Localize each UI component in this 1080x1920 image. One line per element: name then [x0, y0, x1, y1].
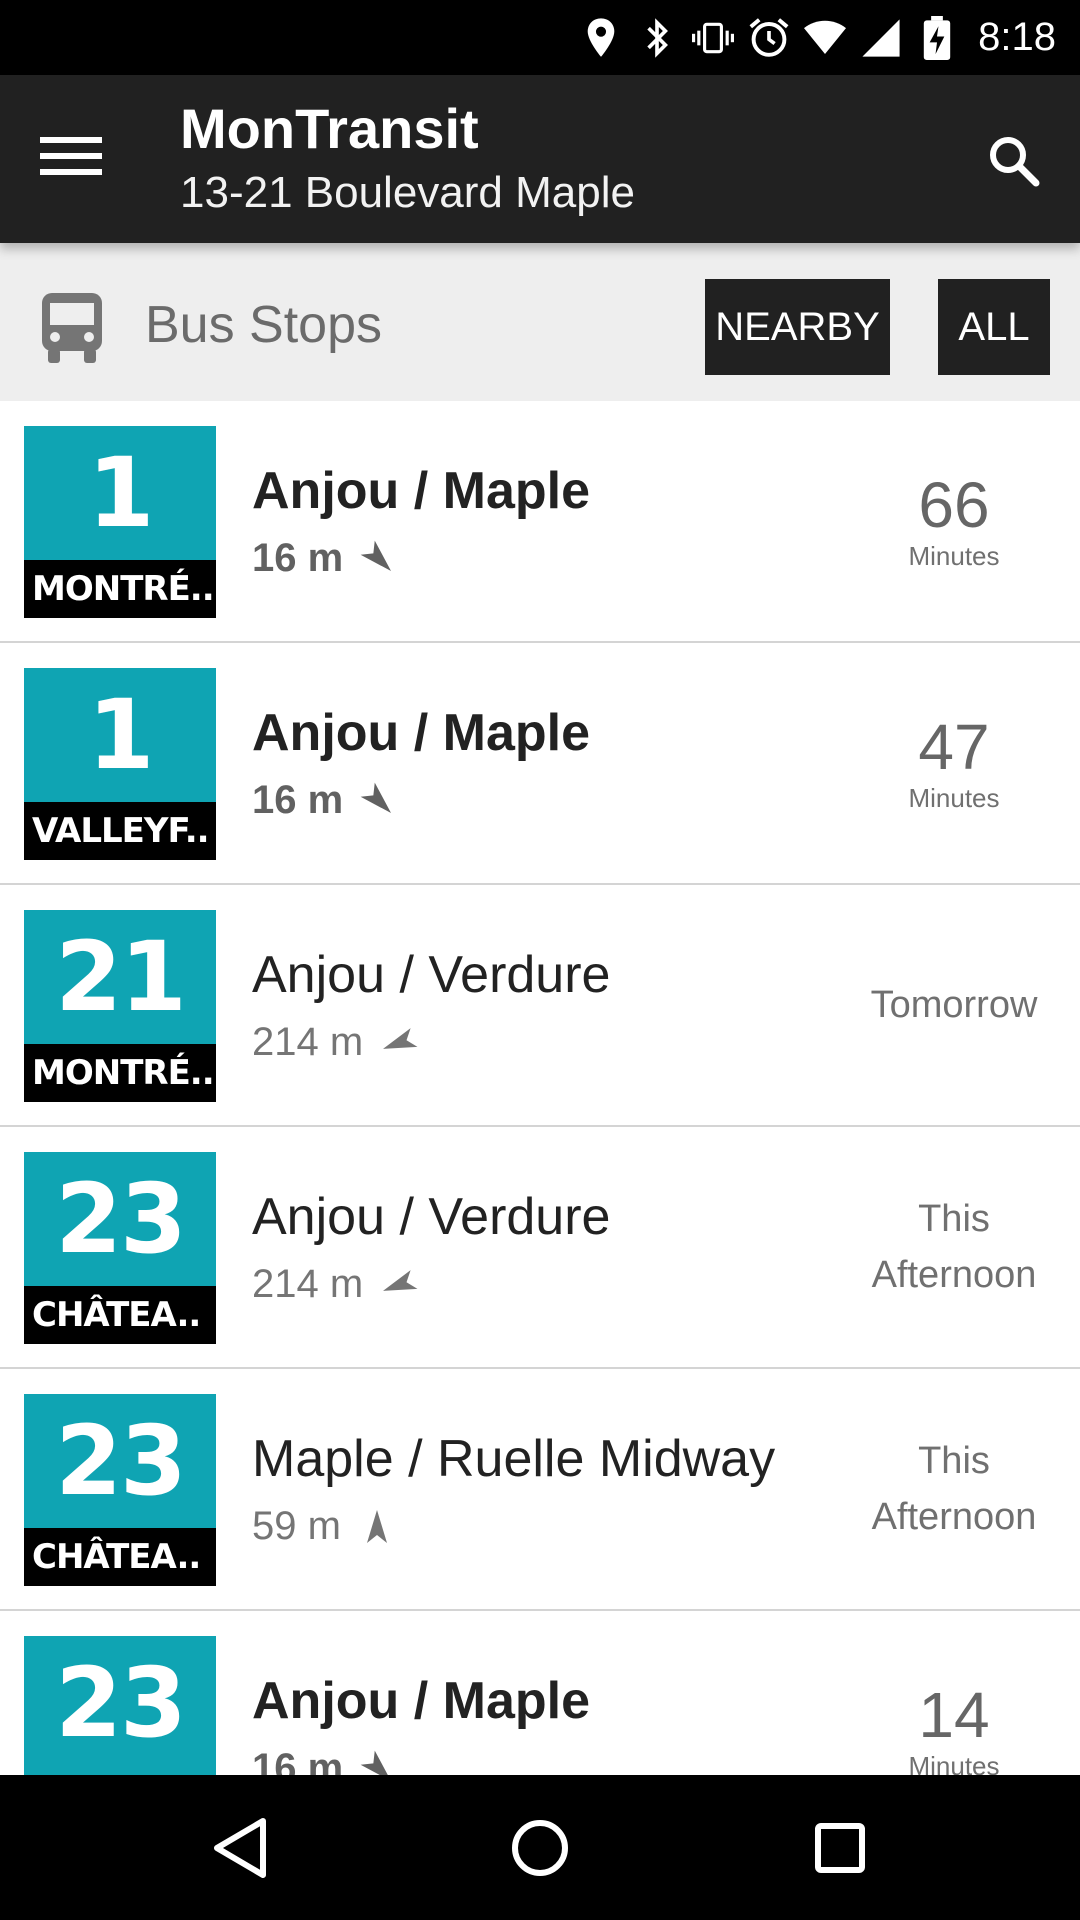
- stop-distance: 16 m: [252, 1746, 399, 1775]
- eta-unit: Minutes: [908, 783, 1000, 813]
- arrival-time: 14 Minutes: [854, 1611, 1054, 1775]
- location-subtitle: 13-21 Boulevard Maple: [180, 168, 635, 217]
- route-direction: MONTRÉ..: [24, 1044, 216, 1102]
- recents-icon[interactable]: [805, 1813, 875, 1883]
- compass-arrow-icon: [357, 1507, 397, 1547]
- arrival-time: This Afternoon: [854, 1127, 1054, 1367]
- wifi-icon: [804, 17, 847, 59]
- arrival-time: Tomorrow: [854, 885, 1054, 1125]
- toolbar-titles: MonTransit 13-21 Boulevard Maple: [180, 95, 635, 223]
- cell-signal-icon: [860, 17, 902, 59]
- stop-distance: 214 m: [252, 1262, 419, 1307]
- distance-text: 16 m: [252, 778, 344, 822]
- route-direction: MONTRÉ..: [24, 560, 216, 618]
- search-icon[interactable]: [984, 131, 1044, 191]
- alarm-icon: [748, 17, 790, 59]
- stop-distance: 16 m: [252, 536, 399, 581]
- stop-name: Anjou / Maple: [252, 704, 590, 762]
- eta-value: 14: [918, 1679, 990, 1751]
- route-badge: 23: [24, 1636, 216, 1775]
- stop-row[interactable]: 23 CHÂTEA.. Anjou / Verdure 214 m This A…: [0, 1127, 1080, 1369]
- eta-unit: Minutes: [908, 1751, 1000, 1775]
- eta-line1: This: [918, 1198, 990, 1240]
- compass-arrow-icon: [359, 1749, 399, 1775]
- filter-title: Bus Stops: [145, 296, 383, 354]
- bus-icon: [40, 291, 104, 365]
- compass-arrow-icon: [379, 1023, 419, 1063]
- stop-row[interactable]: 1 MONTRÉ.. Anjou / Maple 16 m 66 Minutes: [0, 401, 1080, 643]
- route-badge: 21 MONTRÉ..: [24, 910, 216, 1102]
- status-bar: 8:18: [0, 0, 1080, 75]
- status-time: 8:18: [978, 15, 1056, 59]
- back-icon[interactable]: [205, 1813, 275, 1883]
- distance-text: 214 m: [252, 1262, 364, 1306]
- route-direction: VALLEYF..: [24, 802, 216, 860]
- distance-text: 214 m: [252, 1020, 364, 1064]
- route-badge: 23 CHÂTEA..: [24, 1394, 216, 1586]
- app-toolbar: MonTransit 13-21 Boulevard Maple: [0, 75, 1080, 243]
- system-nav-bar: [0, 1775, 1080, 1920]
- stop-row[interactable]: 23 CHÂTEA.. Maple / Ruelle Midway 59 m T…: [0, 1369, 1080, 1611]
- home-icon[interactable]: [505, 1813, 575, 1883]
- stop-row[interactable]: 1 VALLEYF.. Anjou / Maple 16 m 47 Minute…: [0, 643, 1080, 885]
- route-number: 23: [55, 1647, 187, 1759]
- arrival-time: 47 Minutes: [854, 643, 1054, 883]
- stop-name: Anjou / Verdure: [252, 946, 611, 1004]
- location-icon: [580, 17, 622, 59]
- stop-name: Anjou / Maple: [252, 1672, 590, 1730]
- route-badge: 1 VALLEYF..: [24, 668, 216, 860]
- arrival-time: 66 Minutes: [854, 401, 1054, 641]
- route-number: 21: [55, 921, 187, 1033]
- arrival-time: This Afternoon: [854, 1369, 1054, 1609]
- route-number: 1: [87, 437, 155, 549]
- nearby-button[interactable]: NEARBY: [705, 279, 890, 375]
- stop-distance: 214 m: [252, 1020, 419, 1065]
- compass-arrow-icon: [359, 539, 399, 579]
- stop-distance: 59 m: [252, 1504, 397, 1549]
- route-number: 23: [55, 1405, 187, 1517]
- distance-text: 59 m: [252, 1504, 341, 1548]
- menu-icon[interactable]: [40, 127, 124, 187]
- route-number: 23: [55, 1163, 187, 1275]
- app-title: MonTransit: [180, 97, 479, 160]
- stop-row[interactable]: 21 MONTRÉ.. Anjou / Verdure 214 m Tomorr…: [0, 885, 1080, 1127]
- distance-text: 16 m: [252, 536, 344, 580]
- stop-name: Anjou / Maple: [252, 462, 590, 520]
- filter-header: Bus Stops NEARBY ALL: [0, 243, 1080, 401]
- eta-line2: Afternoon: [871, 1496, 1037, 1538]
- stop-name: Anjou / Verdure: [252, 1188, 611, 1246]
- eta-unit: Minutes: [908, 541, 1000, 571]
- eta-value: 66: [918, 469, 990, 541]
- route-direction: CHÂTEA..: [24, 1528, 216, 1586]
- eta-line1: This: [918, 1440, 990, 1482]
- stop-name: Maple / Ruelle Midway: [252, 1430, 776, 1488]
- route-number: 1: [87, 679, 155, 791]
- all-button[interactable]: ALL: [938, 279, 1050, 375]
- route-badge: 1 MONTRÉ..: [24, 426, 216, 618]
- battery-charging-icon: [916, 15, 958, 60]
- stop-row[interactable]: 23 Anjou / Maple 16 m 14 Minutes: [0, 1611, 1080, 1775]
- compass-arrow-icon: [359, 781, 399, 821]
- route-badge: 23 CHÂTEA..: [24, 1152, 216, 1344]
- distance-text: 16 m: [252, 1746, 344, 1775]
- stop-list: 1 MONTRÉ.. Anjou / Maple 16 m 66 Minutes…: [0, 401, 1080, 1775]
- eta-value: 47: [918, 711, 990, 783]
- eta-line1: Tomorrow: [870, 984, 1038, 1026]
- route-direction: CHÂTEA..: [24, 1286, 216, 1344]
- vibrate-icon: [692, 17, 735, 59]
- stop-distance: 16 m: [252, 778, 399, 823]
- compass-arrow-icon: [379, 1265, 419, 1305]
- bluetooth-icon: [636, 17, 678, 59]
- eta-line2: Afternoon: [871, 1254, 1037, 1296]
